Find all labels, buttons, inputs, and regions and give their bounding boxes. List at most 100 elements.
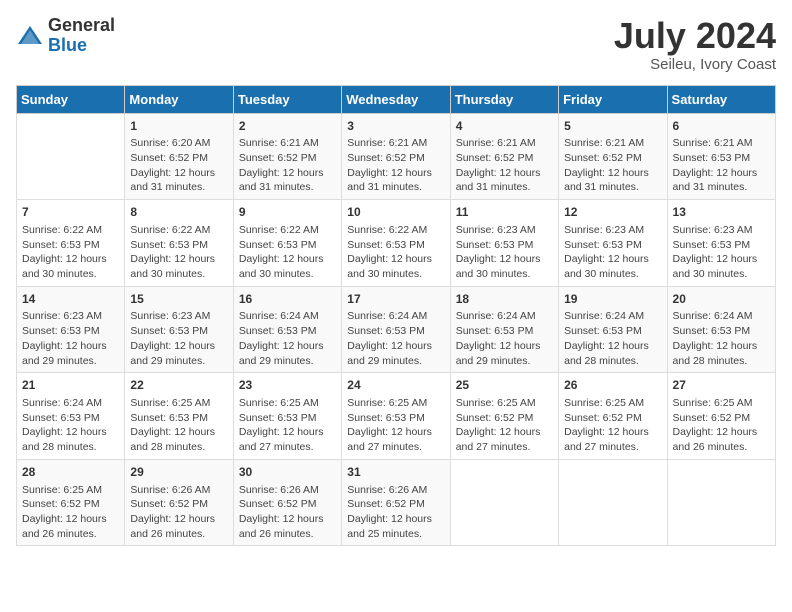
day-number: 12 <box>564 204 661 221</box>
day-number: 25 <box>456 377 553 394</box>
calendar-cell <box>559 459 667 546</box>
day-number: 10 <box>347 204 444 221</box>
calendar-cell: 15Sunrise: 6:23 AM Sunset: 6:53 PM Dayli… <box>125 286 233 373</box>
calendar-cell: 9Sunrise: 6:22 AM Sunset: 6:53 PM Daylig… <box>233 200 341 287</box>
cell-info: Sunrise: 6:22 AM Sunset: 6:53 PM Dayligh… <box>130 223 227 282</box>
logo-icon <box>16 22 44 50</box>
calendar-cell: 6Sunrise: 6:21 AM Sunset: 6:53 PM Daylig… <box>667 113 775 200</box>
day-number: 17 <box>347 291 444 308</box>
day-number: 18 <box>456 291 553 308</box>
cell-info: Sunrise: 6:23 AM Sunset: 6:53 PM Dayligh… <box>22 309 119 368</box>
day-number: 7 <box>22 204 119 221</box>
calendar-header: SundayMondayTuesdayWednesdayThursdayFrid… <box>17 85 776 113</box>
day-number: 26 <box>564 377 661 394</box>
day-number: 31 <box>347 464 444 481</box>
day-number: 4 <box>456 118 553 135</box>
cell-info: Sunrise: 6:21 AM Sunset: 6:52 PM Dayligh… <box>564 136 661 195</box>
cell-info: Sunrise: 6:23 AM Sunset: 6:53 PM Dayligh… <box>130 309 227 368</box>
cell-info: Sunrise: 6:24 AM Sunset: 6:53 PM Dayligh… <box>673 309 770 368</box>
logo-text: General Blue <box>48 16 115 56</box>
cell-info: Sunrise: 6:25 AM Sunset: 6:52 PM Dayligh… <box>673 396 770 455</box>
calendar-cell: 30Sunrise: 6:26 AM Sunset: 6:52 PM Dayli… <box>233 459 341 546</box>
calendar-cell <box>17 113 125 200</box>
day-number: 11 <box>456 204 553 221</box>
cell-info: Sunrise: 6:26 AM Sunset: 6:52 PM Dayligh… <box>347 483 444 542</box>
cell-info: Sunrise: 6:24 AM Sunset: 6:53 PM Dayligh… <box>456 309 553 368</box>
day-number: 28 <box>22 464 119 481</box>
week-row-2: 7 Sunrise: 6:22 AM Sunset: 6:53 PM Daylig… <box>17 200 776 287</box>
calendar-cell: 18Sunrise: 6:24 AM Sunset: 6:53 PM Dayli… <box>450 286 558 373</box>
calendar-cell: 23 Sunrise: 6:25 AM Sunset: 6:53 PM Dayli… <box>233 373 341 460</box>
day-number: 22 <box>130 377 227 394</box>
day-number: 21 <box>22 377 119 394</box>
cell-info: Sunrise: 6:24 AM Sunset: 6:53 PM Dayligh… <box>564 309 661 368</box>
col-header-sunday: Sunday <box>17 85 125 113</box>
calendar-cell: 20Sunrise: 6:24 AM Sunset: 6:53 PM Dayli… <box>667 286 775 373</box>
cell-info: Sunrise: 6:26 AM Sunset: 6:52 PM Dayligh… <box>130 483 227 542</box>
calendar-cell: 19Sunrise: 6:24 AM Sunset: 6:53 PM Dayli… <box>559 286 667 373</box>
day-number: 30 <box>239 464 336 481</box>
cell-info: Sunrise: 6:25 AM Sunset: 6:52 PM Dayligh… <box>564 396 661 455</box>
cell-info: Sunrise: 6:21 AM Sunset: 6:52 PM Dayligh… <box>456 136 553 195</box>
cell-info: Sunrise: 6:22 AM Sunset: 6:53 PM Dayligh… <box>22 223 119 282</box>
calendar-cell: 28Sunrise: 6:25 AM Sunset: 6:52 PM Dayli… <box>17 459 125 546</box>
week-row-5: 28Sunrise: 6:25 AM Sunset: 6:52 PM Dayli… <box>17 459 776 546</box>
day-number: 16 <box>239 291 336 308</box>
day-number: 24 <box>347 377 444 394</box>
day-number: 1 <box>130 118 227 135</box>
calendar-table: SundayMondayTuesdayWednesdayThursdayFrid… <box>16 85 776 547</box>
col-header-friday: Friday <box>559 85 667 113</box>
cell-info: Sunrise: 6:25 AM Sunset: 6:53 PM Dayligh… <box>130 396 227 455</box>
cell-info: Sunrise: 6:23 AM Sunset: 6:53 PM Dayligh… <box>564 223 661 282</box>
day-number: 6 <box>673 118 770 135</box>
cell-info: Sunrise: 6:23 AM Sunset: 6:53 PM Dayligh… <box>673 223 770 282</box>
location-title: Seileu, Ivory Coast <box>614 56 776 73</box>
logo-general: General <box>48 16 115 36</box>
day-number: 19 <box>564 291 661 308</box>
day-number: 5 <box>564 118 661 135</box>
cell-info: Sunrise: 6:21 AM Sunset: 6:53 PM Dayligh… <box>673 136 770 195</box>
calendar-cell: 13Sunrise: 6:23 AM Sunset: 6:53 PM Dayli… <box>667 200 775 287</box>
header-row: SundayMondayTuesdayWednesdayThursdayFrid… <box>17 85 776 113</box>
calendar-cell: 2Sunrise: 6:21 AM Sunset: 6:52 PM Daylig… <box>233 113 341 200</box>
day-number: 23 <box>239 377 336 394</box>
calendar-cell: 4Sunrise: 6:21 AM Sunset: 6:52 PM Daylig… <box>450 113 558 200</box>
calendar-cell: 8 Sunrise: 6:22 AM Sunset: 6:53 PM Daylig… <box>125 200 233 287</box>
day-number: 3 <box>347 118 444 135</box>
calendar-cell: 3Sunrise: 6:21 AM Sunset: 6:52 PM Daylig… <box>342 113 450 200</box>
cell-info: Sunrise: 6:25 AM Sunset: 6:53 PM Dayligh… <box>347 396 444 455</box>
col-header-monday: Monday <box>125 85 233 113</box>
day-number: 29 <box>130 464 227 481</box>
cell-info: Sunrise: 6:25 AM Sunset: 6:53 PM Dayligh… <box>239 396 336 455</box>
calendar-cell: 12 Sunrise: 6:23 AM Sunset: 6:53 PM Dayli… <box>559 200 667 287</box>
day-number: 15 <box>130 291 227 308</box>
col-header-tuesday: Tuesday <box>233 85 341 113</box>
cell-info: Sunrise: 6:21 AM Sunset: 6:52 PM Dayligh… <box>347 136 444 195</box>
calendar-cell: 27 Sunrise: 6:25 AM Sunset: 6:52 PM Dayli… <box>667 373 775 460</box>
logo-blue-text: Blue <box>48 36 115 56</box>
month-title: July 2024 <box>614 16 776 56</box>
calendar-cell: 26 Sunrise: 6:25 AM Sunset: 6:52 PM Dayli… <box>559 373 667 460</box>
day-number: 27 <box>673 377 770 394</box>
cell-info: Sunrise: 6:24 AM Sunset: 6:53 PM Dayligh… <box>22 396 119 455</box>
calendar-cell <box>667 459 775 546</box>
week-row-3: 14Sunrise: 6:23 AM Sunset: 6:53 PM Dayli… <box>17 286 776 373</box>
cell-info: Sunrise: 6:25 AM Sunset: 6:52 PM Dayligh… <box>456 396 553 455</box>
page-header: General Blue July 2024 Seileu, Ivory Coa… <box>16 16 776 73</box>
week-row-1: 1Sunrise: 6:20 AM Sunset: 6:52 PM Daylig… <box>17 113 776 200</box>
cell-info: Sunrise: 6:23 AM Sunset: 6:53 PM Dayligh… <box>456 223 553 282</box>
cell-info: Sunrise: 6:21 AM Sunset: 6:52 PM Dayligh… <box>239 136 336 195</box>
cell-info: Sunrise: 6:24 AM Sunset: 6:53 PM Dayligh… <box>347 309 444 368</box>
calendar-cell: 7 Sunrise: 6:22 AM Sunset: 6:53 PM Daylig… <box>17 200 125 287</box>
calendar-cell: 16Sunrise: 6:24 AM Sunset: 6:53 PM Dayli… <box>233 286 341 373</box>
day-number: 8 <box>130 204 227 221</box>
calendar-cell: 5Sunrise: 6:21 AM Sunset: 6:52 PM Daylig… <box>559 113 667 200</box>
day-number: 9 <box>239 204 336 221</box>
week-row-4: 21 Sunrise: 6:24 AM Sunset: 6:53 PM Dayli… <box>17 373 776 460</box>
calendar-cell: 17Sunrise: 6:24 AM Sunset: 6:53 PM Dayli… <box>342 286 450 373</box>
col-header-saturday: Saturday <box>667 85 775 113</box>
calendar-cell: 22 Sunrise: 6:25 AM Sunset: 6:53 PM Dayli… <box>125 373 233 460</box>
calendar-cell: 31 Sunrise: 6:26 AM Sunset: 6:52 PM Dayli… <box>342 459 450 546</box>
day-number: 2 <box>239 118 336 135</box>
calendar-cell: 29 Sunrise: 6:26 AM Sunset: 6:52 PM Dayli… <box>125 459 233 546</box>
